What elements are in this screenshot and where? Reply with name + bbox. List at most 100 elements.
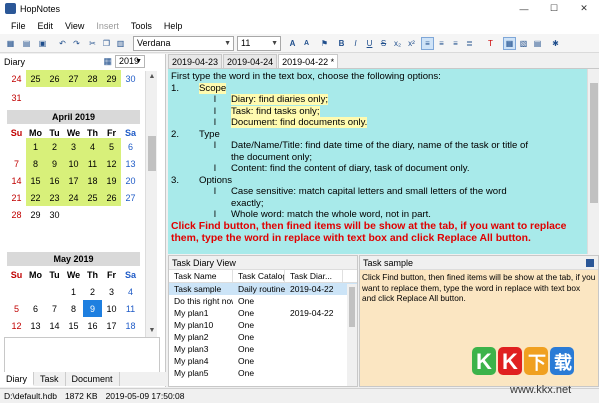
tab-2019-04-22[interactable]: 2019-04-22 * xyxy=(278,54,339,68)
table-row[interactable]: Task sample Daily routine 2019-04-22 xyxy=(169,283,357,295)
table-icon[interactable]: ▤ xyxy=(531,37,544,50)
calendar-day[interactable]: 4 xyxy=(121,283,140,300)
calendar-day[interactable]: 11 xyxy=(121,300,140,317)
calendar-day[interactable]: 13 xyxy=(121,155,140,172)
grow-font-icon[interactable]: A xyxy=(286,37,299,50)
copy-icon[interactable]: ❐ xyxy=(100,37,113,50)
new-icon[interactable]: ▦ xyxy=(4,37,17,50)
calendar-day[interactable]: 9 xyxy=(45,155,64,172)
table-row[interactable]: My plan5 One xyxy=(169,367,357,379)
calendar-scrollbar[interactable]: ▲ ▼ xyxy=(145,71,157,337)
scroll-up-icon[interactable]: ▲ xyxy=(146,71,158,83)
tab-task[interactable]: Task xyxy=(34,372,66,386)
calendar-day[interactable]: 10 xyxy=(64,155,83,172)
underline-icon[interactable]: U xyxy=(363,37,376,50)
calendar-day[interactable]: 30 xyxy=(121,70,140,87)
calendar-icon[interactable]: ▦ xyxy=(103,56,112,67)
tab-2019-04-23[interactable]: 2019-04-23 xyxy=(168,54,223,68)
cut-icon[interactable]: ✂ xyxy=(86,37,99,50)
strikethrough-icon[interactable]: S xyxy=(377,37,390,50)
calendar-day[interactable]: 12 xyxy=(102,155,121,172)
bold-icon[interactable]: B xyxy=(335,37,348,50)
calendar-day[interactable]: 30 xyxy=(45,206,64,223)
calendar-day[interactable]: 20 xyxy=(121,172,140,189)
subscript-icon[interactable]: x₂ xyxy=(391,37,404,50)
calendar-day[interactable]: 29 xyxy=(102,70,121,87)
calendar-day[interactable]: 7 xyxy=(7,155,26,172)
minimize-button[interactable]: — xyxy=(509,0,539,17)
redo-icon[interactable]: ↷ xyxy=(70,37,83,50)
column-task-name[interactable]: Task Name xyxy=(169,270,233,282)
calendar-day[interactable]: 3 xyxy=(102,283,121,300)
font-combo[interactable]: Verdana ▼ xyxy=(133,36,234,51)
paste-icon[interactable]: ▥ xyxy=(114,37,127,50)
calendar-day[interactable]: 11 xyxy=(83,155,102,172)
calendar-day[interactable]: 4 xyxy=(83,138,102,155)
calendar-day[interactable]: 24 xyxy=(64,189,83,206)
task-list-scrollbar[interactable] xyxy=(347,284,357,386)
diary-note-box[interactable] xyxy=(4,337,160,374)
tab-2019-04-24[interactable]: 2019-04-24 xyxy=(223,54,278,68)
calendar-day[interactable]: 27 xyxy=(121,189,140,206)
calendar-day[interactable]: 23 xyxy=(45,189,64,206)
calendar-day[interactable]: 12 xyxy=(7,317,26,334)
calendar-day[interactable]: 14 xyxy=(7,172,26,189)
calendar-day[interactable]: 31 xyxy=(7,89,26,106)
calendar-day[interactable]: 5 xyxy=(7,300,26,317)
calendar-day[interactable]: 27 xyxy=(64,70,83,87)
calendar-day[interactable]: 25 xyxy=(26,70,45,87)
layout-icon[interactable]: ▦ xyxy=(503,37,516,50)
font-color-icon[interactable]: ⚑ xyxy=(318,37,331,50)
table-row[interactable]: My plan3 One xyxy=(169,343,357,355)
undo-icon[interactable]: ↶ xyxy=(56,37,69,50)
calendar-day[interactable]: 6 xyxy=(26,300,45,317)
save-icon[interactable]: ▣ xyxy=(36,37,49,50)
align-center-icon[interactable]: ≡ xyxy=(435,37,448,50)
menu-file[interactable]: File xyxy=(5,21,32,31)
maximize-button[interactable]: ☐ xyxy=(539,0,569,17)
scroll-thumb[interactable] xyxy=(349,287,355,327)
menu-tools[interactable]: Tools xyxy=(125,21,158,31)
calendar-day[interactable]: 28 xyxy=(7,206,26,223)
font-size-combo[interactable]: 11 ▼ xyxy=(237,36,281,51)
scroll-thumb[interactable] xyxy=(148,136,156,171)
calendar-day[interactable]: 7 xyxy=(45,300,64,317)
menu-insert[interactable]: Insert xyxy=(90,21,125,31)
image-icon[interactable]: ▧ xyxy=(517,37,530,50)
diary-editor[interactable]: First type the word in the text box, cho… xyxy=(168,69,587,254)
superscript-icon[interactable]: x² xyxy=(405,37,418,50)
calendar-day[interactable]: 18 xyxy=(83,172,102,189)
calendar-day[interactable]: 16 xyxy=(83,317,102,334)
calendar-day[interactable]: 15 xyxy=(64,317,83,334)
scroll-thumb[interactable] xyxy=(590,83,598,203)
editor-scrollbar[interactable] xyxy=(587,69,599,254)
calendar-day[interactable]: 25 xyxy=(83,189,102,206)
align-left-icon[interactable]: ≡ xyxy=(421,37,434,50)
calendar-day[interactable]: 24 xyxy=(7,70,26,87)
calendar-day[interactable]: 8 xyxy=(26,155,45,172)
tab-document[interactable]: Document xyxy=(66,372,120,386)
column-task-catalog[interactable]: Task Catalog xyxy=(233,270,285,282)
scroll-down-icon[interactable]: ▼ xyxy=(146,325,158,337)
table-row[interactable]: My plan10 One xyxy=(169,319,357,331)
menu-help[interactable]: Help xyxy=(158,21,189,31)
calendar-day[interactable]: 17 xyxy=(64,172,83,189)
align-right-icon[interactable]: ≡ xyxy=(449,37,462,50)
highlight-icon[interactable]: T xyxy=(484,37,497,50)
year-combo[interactable]: 2019 ▼ xyxy=(115,55,145,68)
calendar-day[interactable]: 26 xyxy=(45,70,64,87)
calendar-day[interactable]: 13 xyxy=(26,317,45,334)
justify-icon[interactable]: ≣ xyxy=(463,37,476,50)
table-row[interactable]: My plan1 One 2019-04-22 xyxy=(169,307,357,319)
calendar-day[interactable]: 2 xyxy=(83,283,102,300)
calendar-day[interactable]: 22 xyxy=(26,189,45,206)
menu-edit[interactable]: Edit xyxy=(32,21,60,31)
save-icon[interactable] xyxy=(586,259,594,267)
calendar-day[interactable]: 1 xyxy=(64,283,83,300)
open-icon[interactable]: ▤ xyxy=(20,37,33,50)
table-row[interactable]: My plan4 One xyxy=(169,355,357,367)
calendar-day[interactable]: 2 xyxy=(45,138,64,155)
calendar-day[interactable]: 9 xyxy=(83,300,102,317)
calendar-day[interactable]: 26 xyxy=(102,189,121,206)
table-row[interactable]: My plan2 One xyxy=(169,331,357,343)
